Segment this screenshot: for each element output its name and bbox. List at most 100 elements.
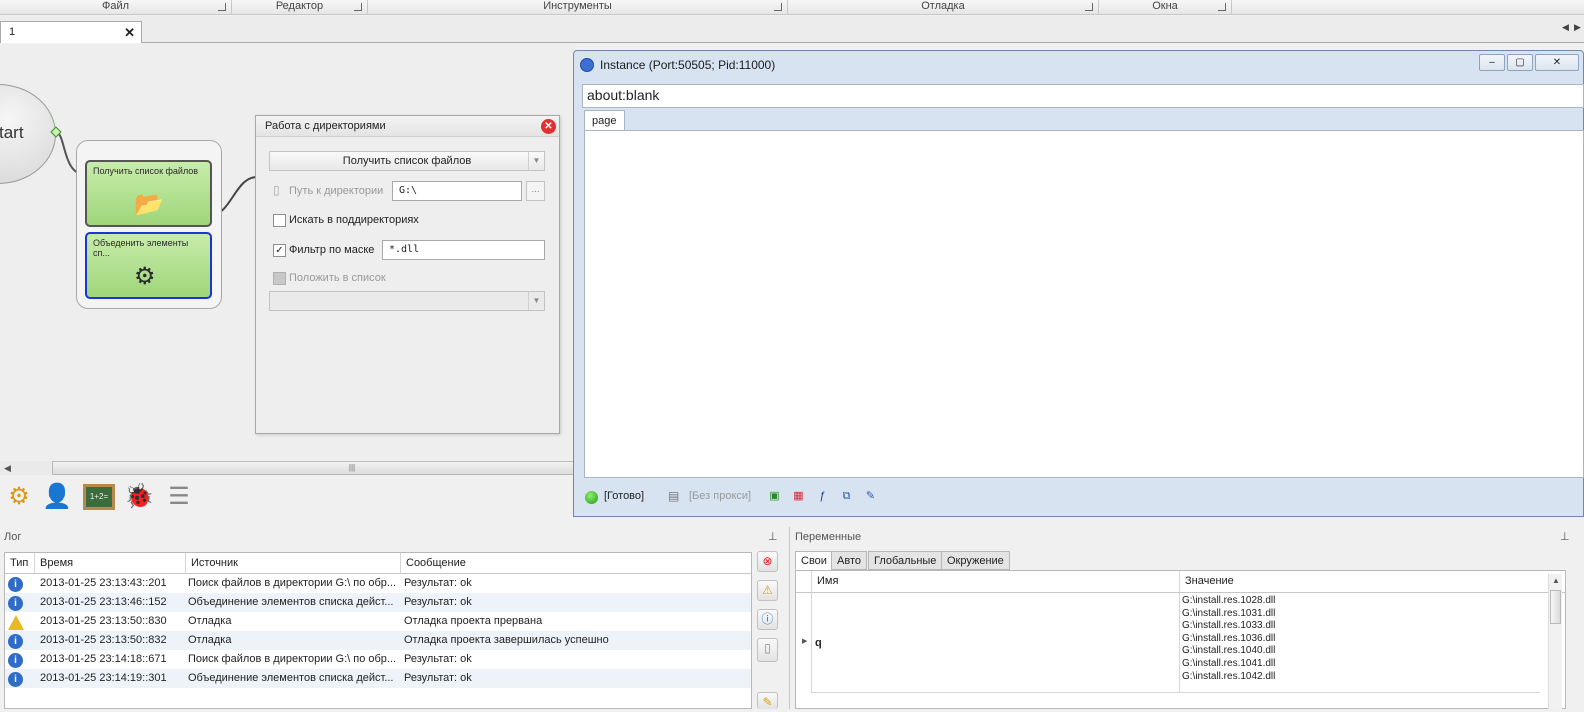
table-row[interactable]: i 2013-01-25 23:13:50::832 Отладка Отладка … (5, 631, 751, 650)
scroll-left-icon[interactable]: ◀ (4, 463, 11, 474)
filter-checkbox[interactable]: ✓ (273, 244, 286, 257)
close-icon[interactable]: ✕ (124, 25, 135, 41)
close-icon[interactable]: ✕ (541, 119, 556, 134)
folder-icon: 📂 (134, 191, 164, 218)
list-select[interactable]: ▼ (269, 291, 545, 311)
tab-auto[interactable]: Авто (831, 551, 867, 570)
variables-panel-title: Переменные (795, 531, 862, 543)
list-document-icon[interactable]: ☰ (163, 481, 195, 513)
scrollbar-thumb[interactable]: ||| (52, 461, 652, 475)
maximize-button[interactable]: ▢ (1507, 54, 1533, 71)
table-row[interactable]: 2013-01-25 23:13:50::830 Отладка Отладка п… (5, 612, 751, 631)
dialog-launcher-icon[interactable] (354, 3, 362, 11)
dialog-launcher-icon[interactable] (1218, 3, 1226, 11)
log-message-cell: Результат: ok (404, 653, 472, 665)
grid-icon[interactable]: ▦ (791, 489, 806, 504)
filter-mask-input[interactable]: *.dll (382, 240, 545, 260)
column-header-type[interactable]: Тип (5, 553, 35, 574)
ribbon-group-windows[interactable]: Окна (1099, 0, 1232, 15)
ribbon-group-tools[interactable]: Инструменты (368, 0, 788, 15)
tab-scroll-left-icon[interactable]: ◀ (1562, 22, 1569, 33)
action-node-merge-list[interactable]: Объеденить элементы сп... ⚙ (85, 232, 212, 299)
clear-log-button[interactable]: ▯ (757, 638, 778, 662)
log-message-cell: Отладка проекта завершилась успешно (404, 634, 609, 646)
log-time-cell: 2013-01-25 23:13:50::830 (40, 615, 167, 627)
path-label: Путь к директории (289, 185, 384, 197)
script-icon[interactable]: ✎ (863, 489, 878, 504)
ribbon-group-editor[interactable]: Редактор (232, 0, 368, 15)
status-ready-icon (585, 491, 598, 504)
pin-icon[interactable]: ⊥ (1560, 530, 1570, 543)
variable-value-line: G:\install.res.1031.dll (1182, 607, 1276, 619)
settings-gears-icon[interactable]: ⚙ (3, 481, 35, 513)
subdirs-checkbox[interactable] (273, 214, 286, 227)
warnings-filter-button[interactable]: ⚠ (757, 580, 778, 601)
log-time-cell: 2013-01-25 23:14:19::301 (40, 672, 167, 684)
variables-vertical-scrollbar[interactable]: ▲ (1548, 574, 1562, 709)
close-button[interactable]: ✕ (1535, 54, 1579, 71)
column-header-name[interactable]: Имя (812, 571, 1180, 593)
path-input[interactable]: G:\ (392, 181, 522, 201)
variable-name-cell[interactable]: q (812, 593, 1180, 693)
table-row[interactable]: i 2013-01-25 23:14:18::671 Поиск файлов в … (5, 650, 751, 669)
dialog-launcher-icon[interactable] (774, 3, 782, 11)
log-source-cell: Объединение элементов списка дейст... (188, 672, 394, 684)
tab-scroll-right-icon[interactable]: ▶ (1574, 22, 1581, 33)
dialog-launcher-icon[interactable] (1085, 3, 1093, 11)
info-icon: i (8, 653, 23, 668)
log-message-cell: Отладка проекта прервана (404, 615, 543, 627)
tab-environment[interactable]: Окружение (941, 551, 1010, 570)
variable-value-cell[interactable]: G:\install.res.1028.dll G:\install.res.10… (1180, 593, 1540, 693)
log-message-cell: Результат: ok (404, 577, 472, 589)
variable-value-line: G:\install.res.1036.dll (1182, 632, 1276, 644)
info-filter-button[interactable]: ⓘ (757, 609, 778, 630)
column-header-time[interactable]: Время (35, 553, 186, 574)
pin-icon[interactable]: ⊥ (768, 530, 778, 543)
browser-logo-icon (580, 58, 594, 72)
chalkboard-icon[interactable]: 1+2= (83, 484, 115, 510)
ribbon-group-debug[interactable]: Отладка (788, 0, 1099, 15)
tab-global[interactable]: Глобальные (868, 551, 943, 570)
flash-icon[interactable]: ƒ (815, 489, 830, 504)
dialog-launcher-icon[interactable] (218, 3, 226, 11)
windows-icon[interactable]: ⧉ (839, 489, 854, 504)
address-bar[interactable]: about:blank (582, 84, 1584, 108)
tab-page[interactable]: page (584, 110, 625, 131)
table-row[interactable]: i 2013-01-25 23:13:43::201 Поиск файлов в … (5, 574, 751, 593)
table-row[interactable]: i 2013-01-25 23:14:19::301 Объединение эле… (5, 669, 751, 688)
bug-icon[interactable]: 🐞 (123, 481, 155, 513)
chevron-down-icon[interactable]: ▼ (528, 152, 544, 170)
proxy-icon: ▤ (668, 489, 680, 503)
action-node-get-file-list[interactable]: Получить список файлов 📂 (85, 160, 212, 227)
column-header-source[interactable]: Источник (186, 553, 401, 574)
variable-value-line: G:\install.res.1041.dll (1182, 657, 1276, 669)
column-header-message[interactable]: Сообщение (401, 553, 751, 574)
save-log-button[interactable]: ✎ (757, 692, 778, 709)
table-row[interactable]: i 2013-01-25 23:13:46::152 Объединение эле… (5, 593, 751, 612)
row-indicator[interactable]: ▶ (796, 593, 812, 693)
variables-table[interactable]: Имя Значение ▶ q G:\install.res.1028.dll… (795, 570, 1566, 709)
instance-title: Instance (Port:50505; Pid:11000) (600, 58, 776, 72)
browse-button[interactable]: ... (526, 181, 545, 201)
action-type-select[interactable]: Получить список файлов ▼ (269, 151, 545, 171)
column-header-value[interactable]: Значение (1180, 571, 1565, 593)
warning-icon (8, 615, 24, 630)
tolist-checkbox[interactable] (273, 272, 286, 285)
variable-value-line: G:\install.res.1042.dll (1182, 670, 1276, 682)
page-view[interactable] (584, 130, 1584, 478)
log-panel-title: Лог (4, 531, 22, 543)
ribbon-group-file[interactable]: Файл (0, 0, 232, 15)
chevron-down-icon[interactable]: ▼ (528, 292, 544, 310)
document-tab[interactable]: 1 ✕ (0, 21, 142, 43)
errors-filter-button[interactable]: ⊗ (757, 551, 778, 572)
status-proxy-text: [Без прокси] (689, 490, 752, 502)
log-table[interactable]: Тип Время Источник Сообщение i 2013-01-25… (4, 552, 752, 709)
document-icon: ▯ (273, 183, 280, 197)
tab-own[interactable]: Свои (795, 551, 833, 570)
minimize-button[interactable]: – (1479, 54, 1505, 71)
image-icon[interactable]: ▣ (767, 489, 782, 504)
subdirs-label: Искать в поддиректориях (289, 214, 419, 226)
ribbon-group-bar: Файл Редактор Инструменты Отладка Окна (0, 0, 1584, 15)
user-icon[interactable]: 👤 (41, 481, 73, 513)
filter-label: Фильтр по маске (289, 244, 375, 256)
